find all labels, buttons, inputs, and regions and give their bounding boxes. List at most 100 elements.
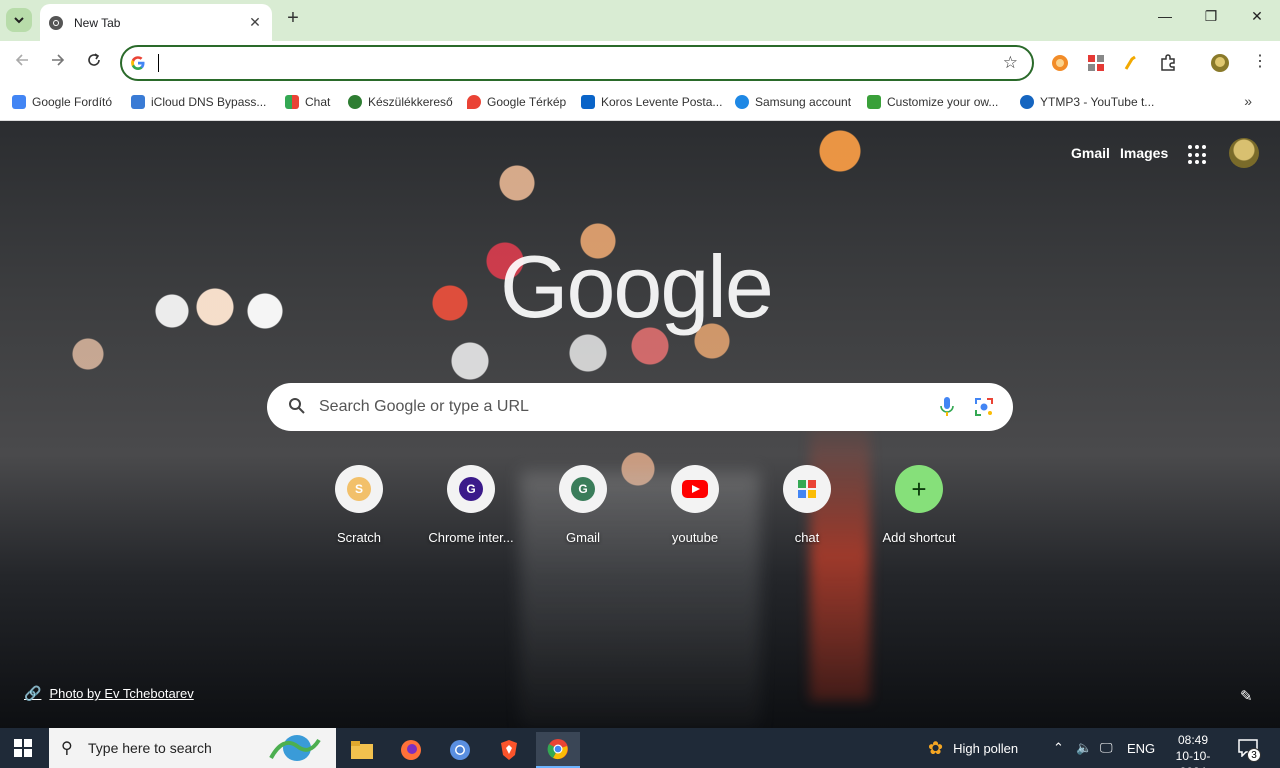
- customize-mountain-icon: [867, 95, 881, 109]
- search-highlight-icon: [269, 735, 321, 761]
- bookmark-item[interactable]: Chat: [285, 93, 330, 111]
- pollen-icon: ✿: [928, 737, 944, 758]
- network-icon[interactable]: 🖵: [1100, 728, 1113, 768]
- outlook-icon: [581, 95, 595, 109]
- chrome-favicon-icon: [49, 15, 63, 30]
- bookmark-item[interactable]: YTMP3 - YouTube t...: [1020, 93, 1154, 111]
- weather-text: High pollen: [953, 740, 1019, 756]
- images-link[interactable]: Images: [1120, 145, 1168, 161]
- shortcut-label: Scratch: [336, 530, 382, 545]
- letter-g-icon: G: [571, 477, 595, 501]
- bookmark-item[interactable]: Készülékkereső: [348, 93, 453, 111]
- back-button[interactable]: [10, 51, 34, 75]
- tab-close-button[interactable]: ✕: [246, 14, 264, 31]
- search-icon: ⚲: [61, 740, 73, 757]
- translate-icon: [12, 95, 26, 109]
- show-hidden-icons-chevron-icon[interactable]: ⌃: [1053, 728, 1064, 768]
- minimize-button[interactable]: —: [1150, 8, 1180, 32]
- chevron-down-icon: [14, 17, 24, 24]
- extension-tiles-icon[interactable]: [1086, 53, 1106, 73]
- text-caret: [158, 54, 159, 72]
- samsung-icon: [735, 95, 749, 109]
- shortcut-icon-bg: G: [559, 465, 607, 513]
- menu-kebab-icon[interactable]: ⋮: [1250, 53, 1270, 73]
- gmail-link[interactable]: Gmail: [1071, 145, 1110, 161]
- bookmark-item[interactable]: Customize your ow...: [867, 93, 998, 111]
- google-lens-icon[interactable]: [973, 396, 995, 418]
- google-g-icon: [131, 56, 145, 70]
- taskbar-search-box[interactable]: ⚲ Type here to search: [49, 728, 336, 768]
- profile-avatar-icon[interactable]: [1210, 53, 1230, 73]
- shortcut-label: Chrome inter...: [428, 530, 514, 545]
- tab-search-button[interactable]: [6, 8, 32, 32]
- bookmarks-bar: Google Fordító iCloud DNS Bypass... Chat…: [0, 85, 1280, 121]
- chat-icon: [285, 95, 299, 109]
- more-bookmarks-chevron-icon[interactable]: »: [1244, 93, 1252, 109]
- shortcut-scratch[interactable]: S Scratch: [303, 465, 415, 555]
- reload-button[interactable]: [82, 51, 106, 75]
- clock-time: 08:49: [1177, 733, 1209, 747]
- ytmp3-icon: [1020, 95, 1034, 109]
- chromium-icon[interactable]: [438, 732, 482, 768]
- bookmark-item[interactable]: Google Térkép: [467, 93, 566, 111]
- extensions-puzzle-icon[interactable]: [1158, 53, 1178, 73]
- new-tab-page: Gmail Images Google Search Google or typ…: [0, 121, 1280, 728]
- voice-search-mic-icon[interactable]: [939, 395, 955, 419]
- find-device-icon: [348, 95, 362, 109]
- address-input[interactable]: [156, 53, 996, 73]
- search-placeholder: Search Google or type a URL: [319, 398, 529, 415]
- weather-widget[interactable]: ✿ High pollen: [928, 728, 1018, 768]
- address-bar[interactable]: ☆: [120, 45, 1034, 81]
- youtube-icon: [682, 480, 708, 498]
- toolbar: ☆ ⋮: [0, 41, 1280, 85]
- bookmark-item[interactable]: iCloud DNS Bypass...: [131, 93, 266, 111]
- language-indicator[interactable]: ENG: [1127, 728, 1155, 768]
- close-window-button[interactable]: ✕: [1242, 8, 1272, 32]
- shortcut-gmail[interactable]: G Gmail: [527, 465, 639, 555]
- forward-button[interactable]: [46, 51, 70, 75]
- add-shortcut-bg: +: [895, 465, 943, 513]
- bookmark-item[interactable]: Samsung account: [735, 93, 851, 111]
- photo-credit-text: Photo by Ev Tchebotarev: [49, 686, 194, 701]
- maps-pin-icon: [467, 95, 481, 109]
- tab-new-tab[interactable]: New Tab ✕: [40, 4, 272, 41]
- bookmark-item[interactable]: Koros Levente Posta...: [581, 93, 722, 111]
- firefox-icon[interactable]: [389, 732, 433, 768]
- link-icon: 🔗: [24, 685, 42, 701]
- shortcut-chat[interactable]: chat: [751, 465, 863, 555]
- google-apps-icon[interactable]: [1188, 145, 1208, 165]
- shortcut-add[interactable]: + Add shortcut: [863, 465, 975, 555]
- plus-icon: +: [911, 474, 927, 504]
- shortcut-icon-bg: S: [335, 465, 383, 513]
- shortcut-label: youtube: [671, 530, 719, 545]
- extension-key-icon[interactable]: [1122, 53, 1142, 73]
- bookmark-item[interactable]: Google Fordító: [12, 93, 112, 111]
- windows-taskbar: ⚲ Type here to search ✿ High pollen ⌃ 🔈 …: [0, 728, 1280, 768]
- google-logo: Google: [500, 239, 774, 336]
- customize-pencil-icon[interactable]: ✎: [1240, 687, 1253, 705]
- background-photo-glow: [810, 411, 870, 701]
- shortcut-chrome-internals[interactable]: G Chrome inter...: [415, 465, 527, 555]
- shortcut-label: chat: [794, 530, 820, 545]
- arrow-right-icon: [52, 54, 65, 66]
- maximize-button[interactable]: ❐: [1196, 8, 1226, 32]
- volume-muted-icon[interactable]: 🔈: [1076, 728, 1092, 768]
- brave-icon[interactable]: [487, 732, 531, 768]
- tab-title: New Tab: [74, 15, 121, 30]
- tab-strip: New Tab ✕ + — ❐ ✕: [0, 0, 1280, 41]
- shortcut-label: Add shortcut: [882, 530, 956, 545]
- letter-g-icon: G: [459, 477, 483, 501]
- photo-credit-link[interactable]: 🔗 Photo by Ev Tchebotarev: [24, 685, 194, 702]
- taskbar-clock[interactable]: 08:49 10-10-2024: [1163, 732, 1223, 768]
- bookmark-star-icon[interactable]: ☆: [1003, 53, 1018, 73]
- google-search-box[interactable]: Search Google or type a URL: [267, 383, 1013, 431]
- windows-start-icon[interactable]: [14, 739, 32, 757]
- extension-orange-icon[interactable]: [1050, 53, 1070, 73]
- taskbar-search-placeholder: Type here to search: [88, 740, 212, 756]
- file-explorer-icon[interactable]: [340, 732, 384, 768]
- account-avatar[interactable]: [1229, 138, 1259, 168]
- shortcut-youtube[interactable]: youtube: [639, 465, 751, 555]
- notification-count-badge: 3: [1247, 748, 1261, 762]
- new-tab-button[interactable]: +: [282, 8, 304, 30]
- chrome-taskbar-icon[interactable]: [536, 732, 580, 768]
